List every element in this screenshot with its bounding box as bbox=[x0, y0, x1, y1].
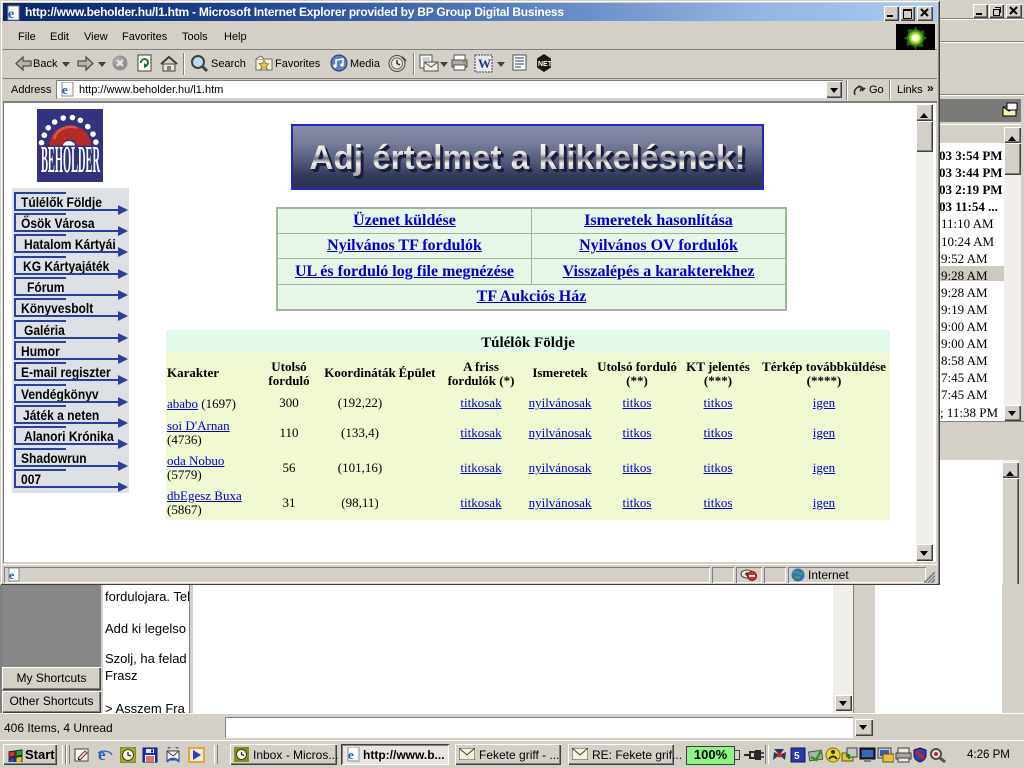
svg-text:e: e bbox=[98, 746, 106, 763]
svg-text:e: e bbox=[9, 568, 15, 582]
svg-text:BEHOLDER: BEHOLDER bbox=[41, 139, 100, 181]
svg-text:e: e bbox=[62, 82, 68, 97]
svg-text:5: 5 bbox=[794, 751, 800, 762]
svg-text:NET: NET bbox=[538, 61, 553, 68]
svg-text:W: W bbox=[478, 56, 491, 71]
svg-text:e: e bbox=[8, 7, 14, 21]
svg-text:e: e bbox=[348, 747, 354, 762]
